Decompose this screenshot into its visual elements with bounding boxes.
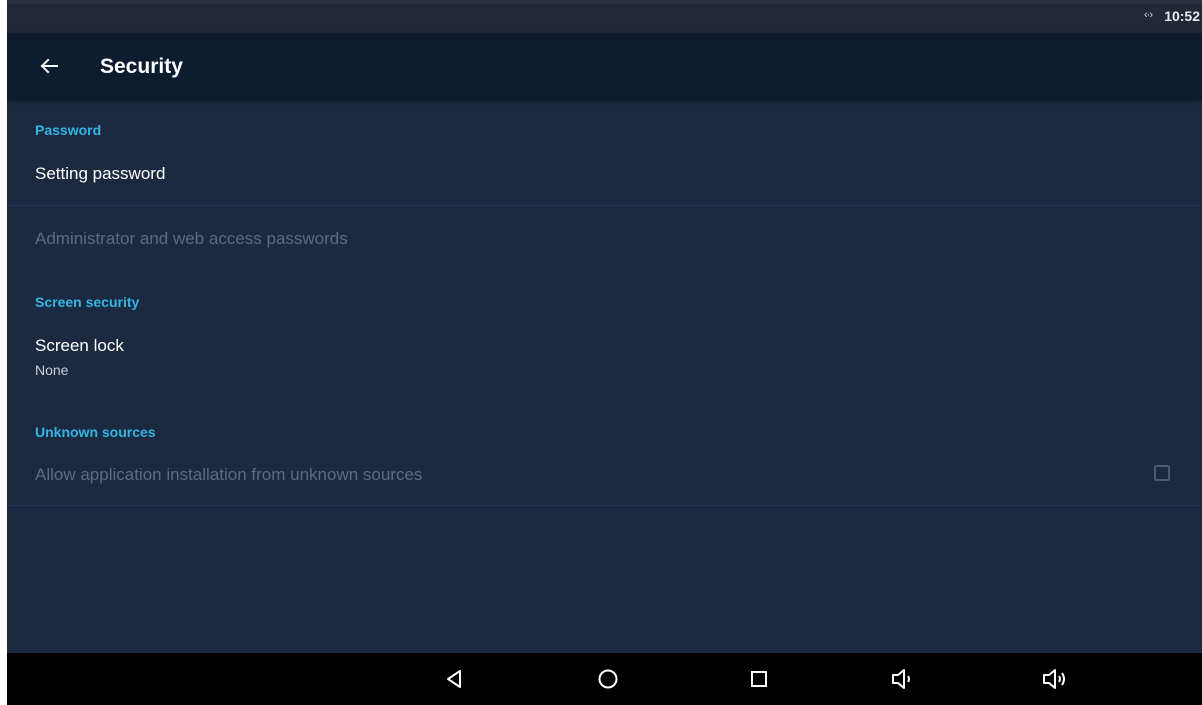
settings-list: Password Setting password Administrator … xyxy=(7,100,1202,653)
admin-passwords-item: Administrator and web access passwords xyxy=(7,206,1202,270)
screen-lock-label: Screen lock xyxy=(35,336,124,355)
settings-screen: ‹·› 10:52 Security Password Setting pass… xyxy=(7,0,1202,705)
divider xyxy=(7,505,1202,506)
volume-up-button[interactable] xyxy=(1040,663,1072,695)
admin-passwords-label: Administrator and web access passwords xyxy=(35,229,348,248)
unknown-sources-item: Allow application installation from unkn… xyxy=(7,450,1202,504)
nav-back-icon xyxy=(447,670,461,688)
volume-down-button[interactable] xyxy=(887,663,919,695)
nav-home-icon xyxy=(598,669,618,689)
unknown-sources-checkbox[interactable] xyxy=(1154,465,1170,481)
section-header-screen-security: Screen security xyxy=(35,294,140,310)
section-header-password: Password xyxy=(35,122,102,138)
volume-down-icon xyxy=(892,669,910,689)
nav-recents-button[interactable] xyxy=(743,663,775,695)
status-bar: ‹·› 10:52 xyxy=(7,0,1202,33)
nav-recents-icon xyxy=(751,671,767,687)
navigation-bar xyxy=(7,653,1202,705)
unknown-sources-label: Allow application installation from unkn… xyxy=(35,465,423,484)
back-button[interactable] xyxy=(31,48,67,84)
status-bar-edge xyxy=(7,0,1202,4)
nav-back-button[interactable] xyxy=(438,663,470,695)
data-transfer-icon: ‹·› xyxy=(1144,9,1153,21)
section-header-unknown-sources: Unknown sources xyxy=(35,424,156,440)
status-clock: 10:52 xyxy=(1164,8,1200,24)
screen-lock-item[interactable]: Screen lock None xyxy=(7,322,1202,386)
setting-password-label: Setting password xyxy=(35,164,166,183)
setting-password-item[interactable]: Setting password xyxy=(7,148,1202,204)
nav-home-button[interactable] xyxy=(592,663,624,695)
volume-up-icon xyxy=(1043,669,1065,689)
app-bar: Security xyxy=(7,33,1202,100)
screen-lock-summary: None xyxy=(35,362,69,378)
page-title: Security xyxy=(100,55,183,78)
arrow-back-icon xyxy=(40,58,58,74)
